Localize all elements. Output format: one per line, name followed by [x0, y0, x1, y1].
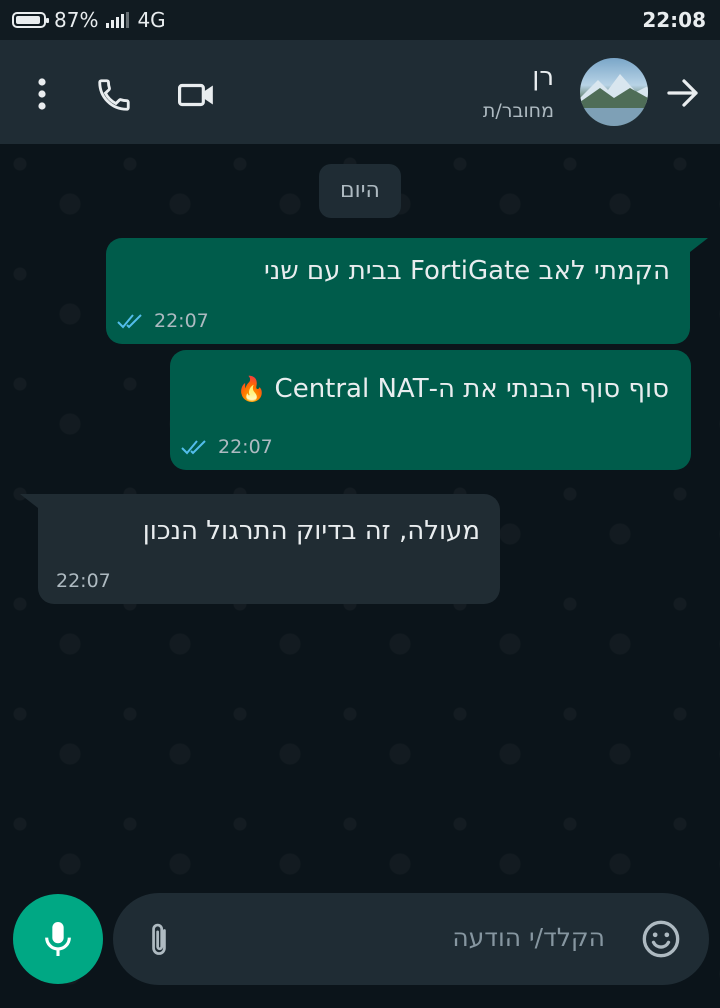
back-arrow-icon[interactable] [666, 78, 702, 108]
status-time: 22:08 [642, 8, 706, 32]
read-receipt-icon [117, 314, 142, 329]
contact-avatar[interactable] [580, 58, 648, 126]
battery-icon [12, 12, 49, 28]
message-meta: 22:07 [116, 310, 209, 332]
message-content: סוף סוף הבנתי את ה-Central NAT 🔥 [237, 374, 669, 404]
bubble-tail [690, 238, 708, 252]
emoji-icon[interactable] [641, 919, 681, 959]
microphone-icon [45, 922, 71, 956]
message-time: 22:07 [56, 570, 111, 592]
voice-call-icon[interactable] [95, 76, 133, 114]
fire-emoji-icon: 🔥 [236, 375, 267, 403]
date-divider: היום [319, 164, 401, 218]
status-bar: 87% 4G 22:08 [0, 0, 720, 40]
message-meta: 22:07 [180, 436, 273, 458]
avatar-landscape-image [580, 74, 648, 126]
message-time: 22:07 [218, 436, 273, 458]
message-text: הקמתי לאב FortiGate בבית עם שני [264, 256, 670, 286]
contact-name[interactable]: רן [532, 62, 554, 92]
signal-icon [106, 12, 130, 28]
message-text: סוף סוף הבנתי את ה-Central NAT [274, 374, 669, 404]
message-meta: 22:07 [56, 570, 111, 592]
contact-status: מחובר/ת [482, 100, 554, 122]
message-input[interactable]: הקלד/י הודעה [452, 923, 605, 952]
voice-message-button[interactable] [13, 894, 103, 984]
bubble-tail [20, 494, 38, 508]
message-bubble-outgoing[interactable]: סוף סוף הבנתי את ה-Central NAT 🔥 22:07 [170, 350, 691, 470]
message-bubble-incoming[interactable]: מעולה, זה בדיוק התרגול הנכון 22:07 [38, 494, 500, 604]
chat-header: רן מחובר/ת [0, 40, 720, 144]
more-options-icon[interactable] [32, 76, 52, 112]
message-time: 22:07 [154, 310, 209, 332]
network-type: 4G [137, 8, 166, 32]
battery-level: 87% [54, 8, 99, 32]
message-text: מעולה, זה בדיוק התרגול הנכון [142, 516, 480, 546]
attach-icon[interactable] [145, 921, 173, 959]
status-left: 87% 4G [12, 8, 166, 32]
read-receipt-icon [181, 440, 206, 455]
message-bubble-outgoing[interactable]: הקמתי לאב FortiGate בבית עם שני 22:07 [106, 238, 690, 344]
video-call-icon[interactable] [176, 76, 218, 114]
message-input-bar[interactable]: הקלד/י הודעה [113, 893, 709, 985]
